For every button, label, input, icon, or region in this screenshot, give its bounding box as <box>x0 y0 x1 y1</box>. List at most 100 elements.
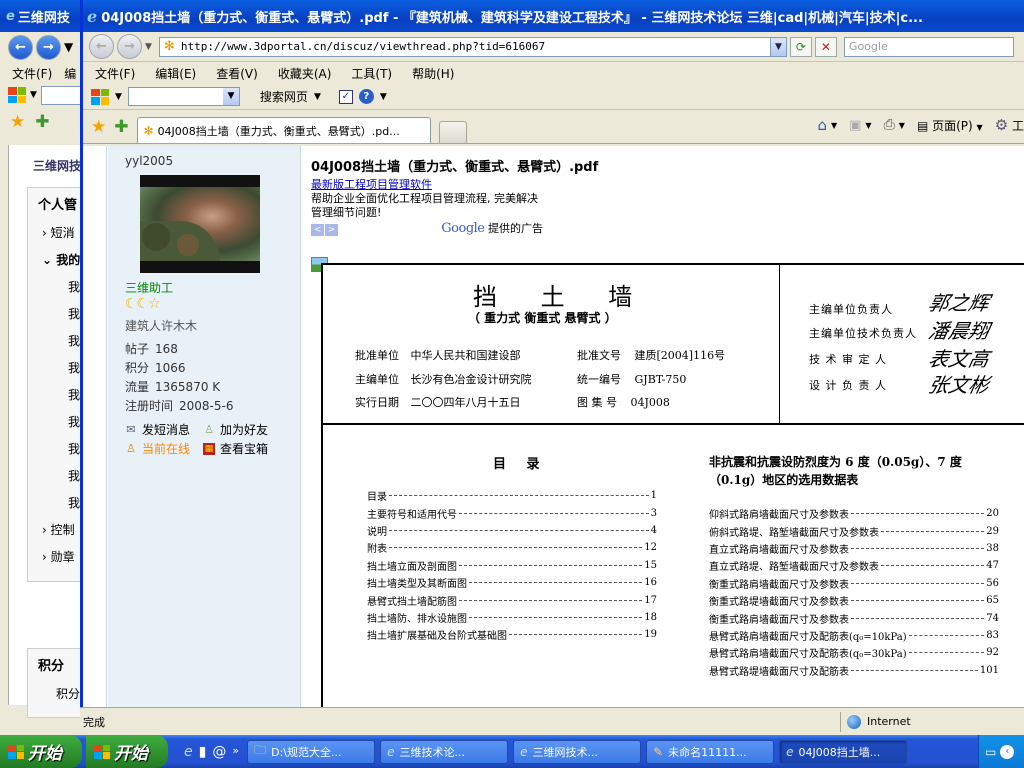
start-button[interactable]: 开始 <box>0 735 82 768</box>
table-list-row-title: 悬臂式路堤墙截面尺寸及配筋表 <box>709 666 849 678</box>
security-zone[interactable]: Internet <box>840 711 911 732</box>
zone-label: Internet <box>867 715 911 728</box>
taskbar-button[interactable]: ✎ 未命名11111... <box>646 739 775 764</box>
forward-button[interactable]: → <box>36 34 61 60</box>
page-menu-button[interactable]: ▤ 页面(P) ▼ <box>917 117 983 134</box>
check-icon[interactable]: ✓ <box>338 89 353 104</box>
add-friend-link[interactable]: ♙ 加为好友 <box>203 421 268 438</box>
chevron-down-icon[interactable]: ▼ <box>145 42 152 52</box>
back-button[interactable]: ← <box>8 34 33 60</box>
media-player-icon[interactable]: ▮ <box>199 744 207 760</box>
chevron-down-icon: ▼ <box>976 122 983 132</box>
chevron-down-icon[interactable]: ▼ <box>831 121 837 130</box>
stat-label: 积分 <box>125 361 150 375</box>
chevron-right-icon[interactable]: » <box>232 744 239 760</box>
menu-tools[interactable]: 工具(T) <box>351 65 392 82</box>
print-icon[interactable]: ⎙ <box>884 117 895 133</box>
taskbar-button[interactable]: e 三维技术论... <box>380 739 509 764</box>
tab-current[interactable]: ✻ 04J008挡土墙（重力式、衡重式、悬臂式）.pd... <box>136 117 431 143</box>
ad-attribution[interactable]: Google 提供的广告 <box>441 222 543 236</box>
stat-value: 1365870 K <box>155 380 221 394</box>
add-favorite-icon[interactable]: ✚ <box>35 112 49 132</box>
favorites-star-icon[interactable]: ★ <box>91 117 106 137</box>
action-label: 查看宝箱 <box>220 442 269 456</box>
view-treasure-box-link[interactable]: ▦ 查看宝箱 <box>203 440 268 457</box>
chevron-down-icon[interactable]: ▼ <box>380 92 387 102</box>
table-list-row-title: 俯斜式路堤、路堑墙截面尺寸及参数表 <box>709 527 879 539</box>
windows-logo-icon <box>8 87 26 103</box>
toc-row: 说明 4 <box>367 522 657 539</box>
favorites-star-icon[interactable]: ★ <box>10 112 25 132</box>
stop-button[interactable]: ✕ <box>814 36 837 57</box>
chevron-left-icon[interactable]: ‹ <box>1000 744 1015 759</box>
google-logo: Google <box>441 221 485 236</box>
keyboard-icon[interactable]: ▭ <box>985 745 996 759</box>
home-icon[interactable]: ⌂ <box>817 116 827 134</box>
signature: 潘晨翔 <box>926 319 992 343</box>
meta-approval-no: 批准文号 建质[2004]116号 <box>577 347 725 363</box>
ie-icon[interactable]: e <box>184 744 193 760</box>
leader-dots <box>851 582 985 584</box>
chevron-down-icon[interactable]: ▼ <box>30 90 37 100</box>
menu-edit[interactable]: 编辑(E) <box>155 65 196 82</box>
address-dropdown-button[interactable]: ▼ <box>769 37 786 56</box>
author-rank: 三维助工 <box>125 281 174 295</box>
toc-row-title: 挡土墙扩展基础及台阶式基础图 <box>367 631 507 643</box>
attached-document-image[interactable]: 挡 土 墙 （ 重力式 衡重式 悬臂式 ） 批准单位 中华人民共和国建设部 批准… <box>321 263 1024 707</box>
author-custom-title: 建筑人许木木 <box>125 319 198 333</box>
table-list-row: 衡重式路堤墙截面尺寸及参数表 65 <box>709 592 999 609</box>
leader-dots <box>908 634 985 636</box>
leader-dots <box>389 547 643 549</box>
toolbar-search-combo[interactable]: ▼ <box>127 87 240 106</box>
add-favorite-icon[interactable]: ✚ <box>114 117 128 137</box>
taskbar-button[interactable]: e 三维网技术... <box>513 739 642 764</box>
address-bar[interactable]: ✻ http://www.3dportal.cn/discuz/viewthre… <box>158 36 787 57</box>
menu-edit[interactable]: 编 <box>64 65 76 82</box>
meta-value: GJBT-750 <box>634 373 687 386</box>
task-list: 🗀 D:\规范大全... e 三维技术论... e 三维网技术... ✎ 未命名11111..… <box>247 739 912 764</box>
new-tab-button[interactable] <box>438 121 467 143</box>
author-username[interactable]: yyl2005 <box>125 154 173 168</box>
search-web-button[interactable]: 搜索网页 <box>260 88 308 105</box>
help-icon[interactable]: ? <box>358 89 374 104</box>
taskbar-button[interactable]: 🗀 D:\规范大全... <box>247 739 376 764</box>
rss-feed-icon[interactable]: ▣ <box>849 118 861 133</box>
ad-link[interactable]: 最新版工程项目管理软件 <box>311 178 545 192</box>
chevron-down-icon[interactable]: ▼ <box>115 92 122 102</box>
address-url[interactable]: http://www.3dportal.cn/discuz/viewthread… <box>181 40 770 53</box>
stat-traffic: 流量 1365870 K <box>125 378 220 395</box>
leader-dots <box>851 669 978 671</box>
window-title-bar[interactable]: e 04J008挡土墙（重力式、衡重式、悬臂式）.pdf - 『建筑机械、建筑科… <box>83 0 1024 32</box>
chevron-down-icon[interactable]: ▼ <box>865 121 871 130</box>
menu-file[interactable]: 文件(F) <box>12 65 52 82</box>
menu-file[interactable]: 文件(F) <box>95 65 135 82</box>
ad-next-button[interactable]: > <box>325 224 338 236</box>
start-button-secondary[interactable]: 开始 <box>86 735 168 768</box>
menu-favorites[interactable]: 收藏夹(A) <box>278 65 332 82</box>
menu-help[interactable]: 帮助(H) <box>412 65 454 82</box>
google-search-input[interactable]: Google <box>843 36 1014 57</box>
table-list-row-title: 直立式路堤、路堑墙截面尺寸及参数表 <box>709 562 879 574</box>
folder-icon: 🗀 <box>254 743 267 757</box>
chevron-down-icon[interactable]: ▼ <box>314 92 321 102</box>
taskbar-button[interactable]: e 04J008挡土墙... <box>779 739 908 764</box>
toc-row: 挡土墙类型及其断面图 16 <box>367 574 657 591</box>
chevron-down-icon[interactable]: ▼ <box>899 121 905 130</box>
table-list-row: 衡重式路肩墙截面尺寸及参数表 74 <box>709 609 999 626</box>
menu-view[interactable]: 查看(V) <box>216 65 258 82</box>
refresh-button[interactable]: ⟳ <box>789 36 812 57</box>
meta-effective-date: 实行日期 二〇〇四年八月十五日 <box>355 394 521 410</box>
page-title[interactable]: 三维网技 <box>33 157 81 174</box>
forward-button[interactable]: → <box>117 34 142 59</box>
avatar[interactable] <box>140 175 260 273</box>
tools-menu-button[interactable]: ⚙ 工 <box>995 116 1024 134</box>
toolbar-combo[interactable] <box>40 85 81 105</box>
chevron-down-icon[interactable]: ▼ <box>222 88 239 105</box>
chevron-down-icon[interactable]: ▼ <box>64 40 73 54</box>
windows-logo-icon[interactable] <box>91 88 109 105</box>
ad-prev-button[interactable]: < <box>311 224 324 236</box>
send-message-link[interactable]: ✉ 发短消息 <box>125 421 190 438</box>
table-list-row-page: 47 <box>986 560 999 572</box>
outlook-icon[interactable]: @ <box>212 744 226 760</box>
back-button[interactable]: ← <box>89 34 114 59</box>
